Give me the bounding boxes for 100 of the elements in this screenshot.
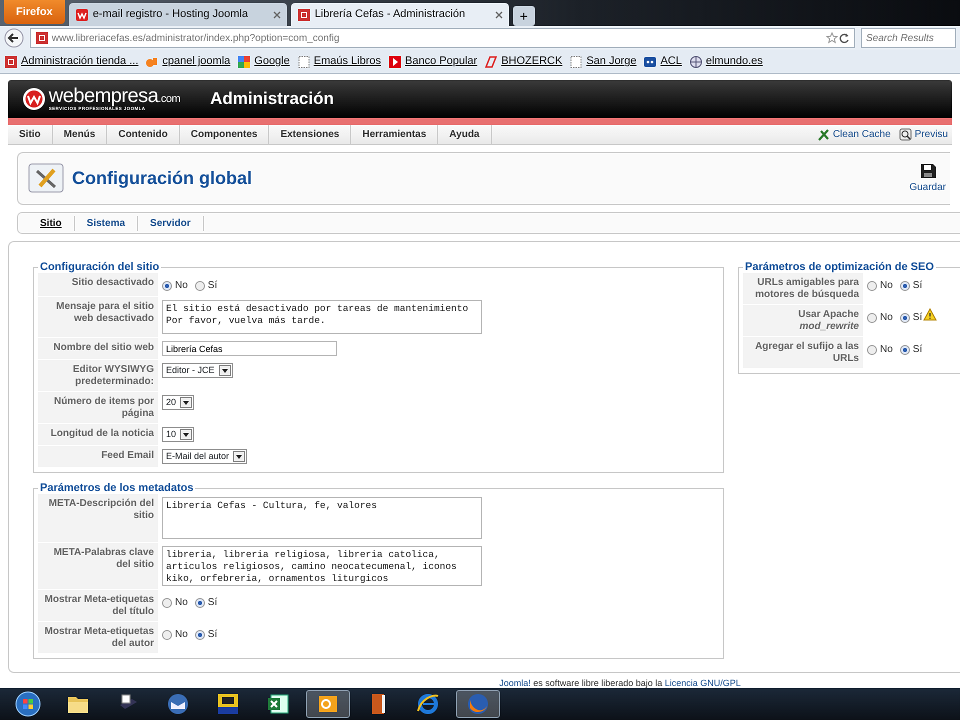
mail-client-icon [165, 691, 191, 717]
select-field[interactable]: 10 [162, 427, 194, 442]
taskbar-button[interactable] [306, 690, 350, 718]
field-label: Número de items por página [38, 392, 158, 423]
field-label: Agregar el sufijo a las URLs [743, 337, 863, 368]
section-title: Parámetros de optimización de SEO [744, 262, 935, 273]
field-label: Mostrar Meta-etiquetas del título [38, 590, 158, 621]
bookmark-link[interactable]: elmundo.es [688, 53, 763, 70]
address-field[interactable]: www.libreriacefas.es/administrator/index.php?option=com_config [30, 28, 855, 48]
radio-option[interactable]: No [867, 342, 893, 357]
menu-item[interactable]: Componentes [180, 125, 270, 144]
page-icon [569, 54, 584, 68]
field-label: URLs amigables para motores de búsqueda [743, 273, 863, 304]
text-area[interactable]: Librería Cefas - Cultura, fe, valores [162, 497, 482, 539]
reload-icon [838, 32, 850, 44]
field-label: Editor WYSIWYG predeterminado: [38, 360, 158, 391]
page-icon [296, 54, 311, 68]
select-field[interactable]: E-Mail del autor [162, 449, 248, 464]
bookmark-link[interactable]: Emaús Libros [296, 53, 382, 70]
start-button [15, 691, 41, 717]
section-title: Configuración del sitio [39, 262, 160, 273]
bookmark-link[interactable]: Banco Popular [388, 53, 478, 70]
caret-icon [222, 368, 228, 372]
bookmark-link[interactable]: Google [237, 53, 290, 70]
bhozerck-icon [484, 54, 498, 68]
menu-item[interactable]: Contenido [107, 125, 180, 144]
menu-item[interactable]: Menús [52, 125, 108, 144]
field-label: META-Palabras clave del sitio [38, 543, 158, 589]
license-link[interactable]: Licencia GNU/GPL [664, 678, 741, 688]
page-title: Configuración global [72, 167, 252, 190]
radio-option[interactable]: Sí [194, 627, 218, 642]
radio-option[interactable]: Sí [194, 278, 218, 293]
field-label: Mostrar Meta-etiquetas del autor [38, 622, 158, 653]
new-tab-button[interactable]: + [512, 6, 535, 26]
select-field[interactable]: Editor - JCE [162, 363, 233, 378]
joomla-site-icon [35, 31, 49, 45]
caret-icon [183, 432, 190, 436]
radio-option[interactable]: No [162, 627, 188, 642]
broom-icon [816, 128, 830, 141]
radio-option[interactable]: No [867, 310, 893, 325]
preview-icon [898, 128, 912, 141]
field-label: Feed Email [38, 446, 158, 467]
section-title: Parámetros de los metadatos [39, 483, 194, 494]
joomla-link[interactable]: Joomla! [499, 678, 531, 688]
back-icon[interactable] [4, 28, 24, 48]
browser-e-icon [415, 691, 441, 717]
radio-option[interactable]: Sí [900, 342, 922, 357]
caret-icon [183, 400, 190, 404]
browser-tab[interactable]: Librería Cefas - Administración [290, 3, 509, 26]
text-area[interactable]: El sitio está desactivado por tareas de mantenimiento Por favor, vuelva más tarde. [162, 300, 482, 334]
field-label: Nombre del sitio web [38, 338, 158, 359]
tools-icon [28, 162, 64, 194]
menu-item[interactable]: Sitio [8, 125, 53, 144]
footer-text: Joomla! es software libre liberado bajo la Licencia GNU/GPL [498, 677, 742, 690]
radio-option[interactable]: Sí [900, 278, 922, 293]
acl-icon [643, 54, 658, 68]
field-label: Mensaje para el sitio web desactivado [38, 297, 158, 337]
caret-icon [236, 454, 242, 458]
tab[interactable]: Servidor [138, 216, 204, 230]
toolbar-link[interactable]: Clean Cache [812, 125, 895, 144]
bookmark-link[interactable]: Administración tienda ... [4, 53, 138, 70]
bookmark-star-icon [826, 32, 838, 44]
globe-icon [688, 54, 703, 68]
close-icon [494, 10, 503, 18]
toolbar-link[interactable]: Previsu [894, 125, 952, 144]
field-label: Sitio desactivado [38, 273, 158, 296]
google-icon [237, 54, 252, 68]
search-field[interactable]: Search Results [861, 28, 956, 48]
text-area[interactable]: libreria, libreria religiosa, libreria catolica, articulos religiosos, camino neocatecumenal, iconos kiko, orfebreria, ornamentos liturgicos [162, 546, 482, 586]
radio-option[interactable]: Sí [194, 595, 218, 610]
logo-icon [22, 87, 46, 111]
save-button[interactable]: Guardar [909, 162, 946, 195]
radio-option[interactable]: No [867, 278, 893, 293]
menu-item[interactable]: Ayuda [438, 125, 492, 144]
menu-item[interactable]: Extensiones [269, 125, 352, 144]
field-label: Usar Apache mod_rewrite [743, 305, 863, 336]
site-icon [74, 8, 89, 22]
field-label: Longitud de la noticia [38, 424, 158, 445]
text-field[interactable]: Librería Cefas [162, 341, 337, 356]
tab[interactable]: Sistema [74, 216, 138, 230]
fox-globe-icon [465, 691, 491, 717]
close-icon [272, 10, 281, 18]
menu-item[interactable]: Herramientas [351, 125, 438, 144]
field-label: META-Descripción del sitio [38, 494, 158, 542]
bookmark-link[interactable]: BHOZERCK [484, 53, 562, 70]
software-icon [215, 691, 241, 717]
select-field[interactable]: 20 [162, 395, 194, 410]
logo-text: webempresa.com [48, 86, 180, 106]
radio-option[interactable]: No [162, 278, 188, 293]
radio-option[interactable]: No [162, 595, 188, 610]
joomla-site-icon [296, 8, 311, 22]
bookmark-link[interactable]: cpanel joomla [145, 53, 230, 70]
admin-title: Administración [210, 88, 334, 110]
bank-icon [388, 54, 402, 68]
joomla-site-icon [4, 54, 18, 68]
bookmark-link[interactable]: ACL [643, 53, 682, 70]
bookmark-link[interactable]: San Jorge [569, 53, 636, 70]
browser-tab[interactable]: e-mail registro - Hosting Joomla [68, 3, 287, 26]
tab[interactable]: Sitio [28, 216, 75, 230]
radio-option[interactable]: Sí [900, 310, 922, 325]
